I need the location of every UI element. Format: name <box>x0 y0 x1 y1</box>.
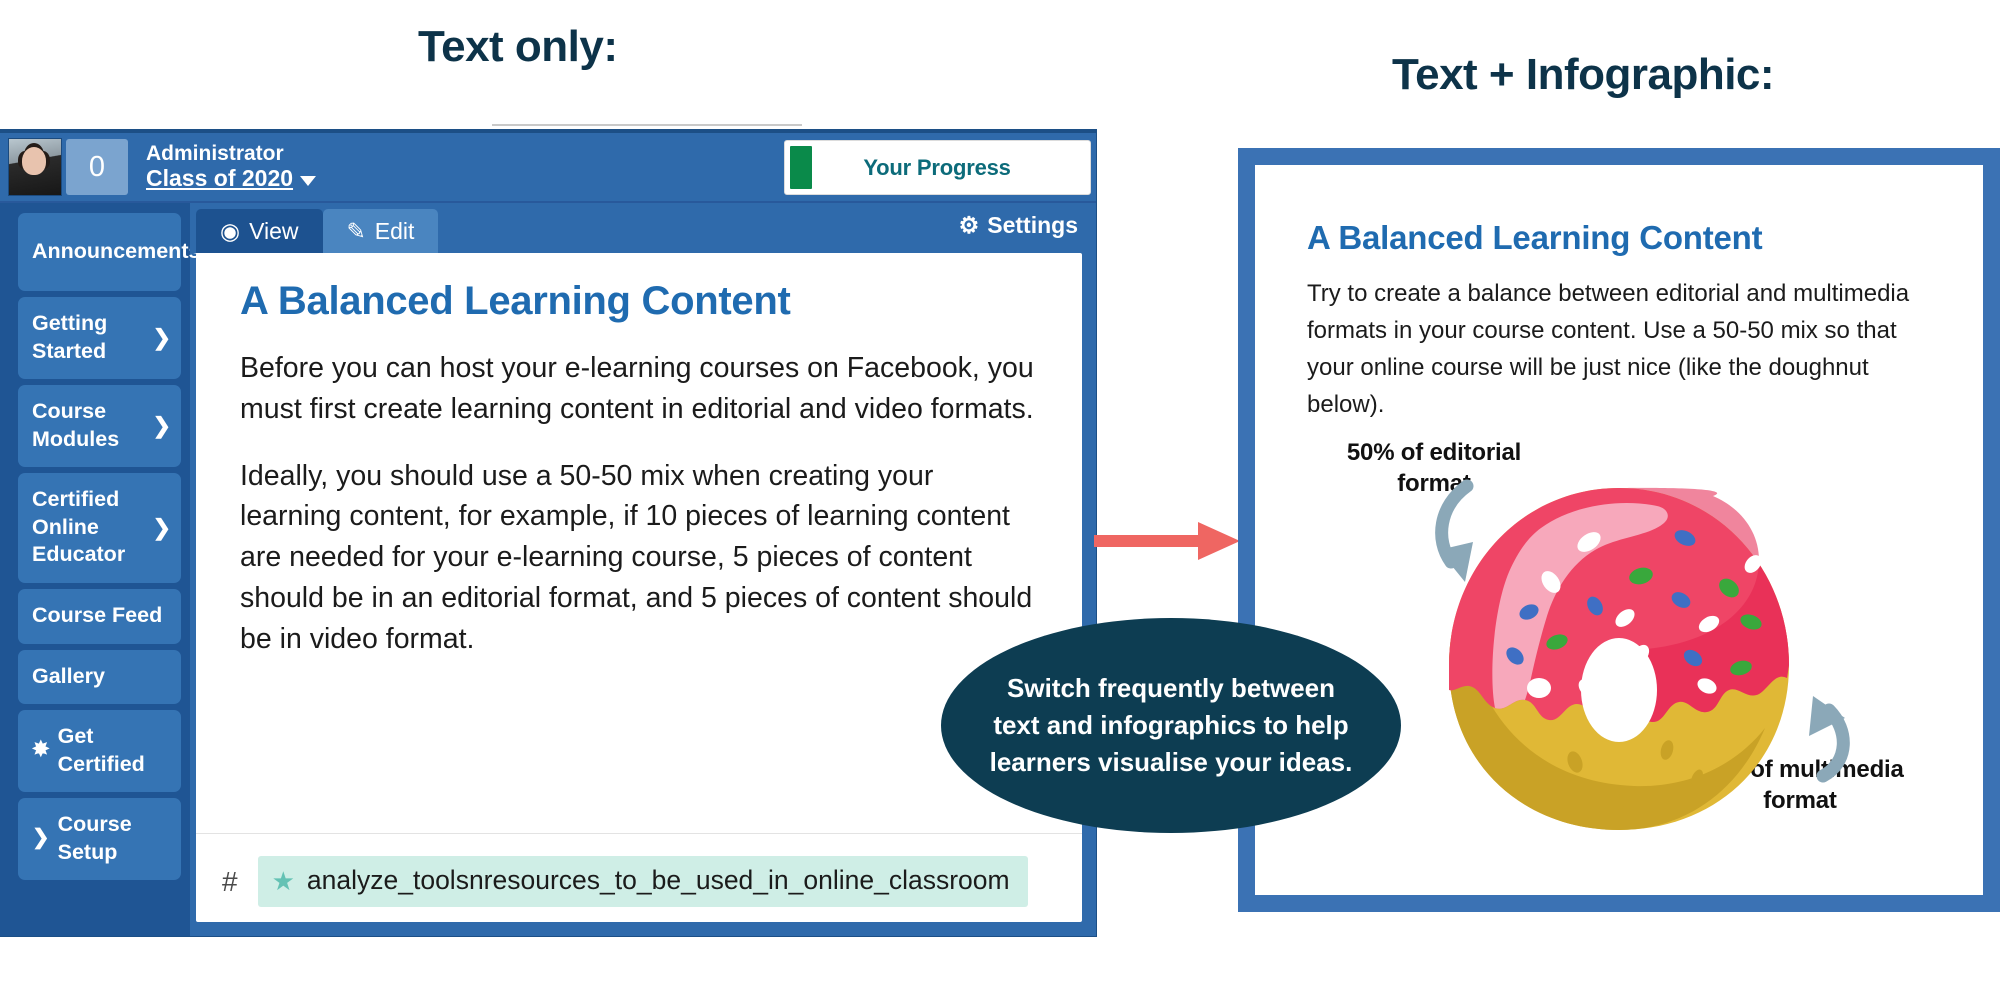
sidebar-item-label: Course Feed <box>32 603 163 628</box>
sidebar-item-label: Certified Online Educator <box>32 487 126 567</box>
callout-text: Switch frequently between text and infog… <box>989 673 1353 777</box>
paragraph: Before you can host your e-learning cour… <box>240 352 1034 425</box>
donut-chart: 50% of editorial format 50% of multimedi… <box>1255 410 1983 880</box>
doughnut-illustration <box>1435 479 1850 830</box>
page-card: A Balanced Learning Content Before you c… <box>196 253 1082 922</box>
tab-view[interactable]: ◉ View <box>196 209 323 253</box>
page-title-text-infographic: Text + Infographic: <box>1392 50 1775 99</box>
tab-bar: ◉ View ✎ Edit ⚙ Settings <box>190 203 1096 253</box>
hash-icon: # <box>222 865 238 897</box>
divider-line <box>492 124 802 126</box>
tab-edit[interactable]: ✎ Edit <box>322 209 439 253</box>
chevron-down-icon <box>300 175 317 186</box>
settings-label: Settings <box>987 212 1078 238</box>
sidebar-item-course-modules[interactable]: Course Modules ❯ <box>18 385 181 468</box>
callout-oval: Switch frequently between text and infog… <box>941 618 1401 833</box>
infographic-panel: A Balanced Learning Content Try to creat… <box>1238 148 2000 912</box>
tag-divider <box>196 833 1082 834</box>
sidebar-item-course-feed[interactable]: Course Feed <box>18 589 181 644</box>
infographic-heading: A Balanced Learning Content <box>1307 219 1763 256</box>
tag-chip[interactable]: ★ analyze_toolsnresources_to_be_used_in_… <box>257 856 1028 907</box>
page-body: A Balanced Learning Content Before you c… <box>196 253 1082 659</box>
sidebar-item-label: Get Certified <box>57 724 145 776</box>
sidebar-item-label: Getting Started <box>32 311 108 363</box>
class-label: Class of 2020 <box>146 165 294 192</box>
eye-icon: ◉ <box>220 217 241 244</box>
chevron-right-icon: ❯ <box>152 514 171 540</box>
sidebar-item-certified-online-educator[interactable]: Certified Online Educator ❯ <box>18 473 181 584</box>
score-badge: 0 <box>66 139 128 195</box>
content-column: ◉ View ✎ Edit ⚙ Settings A Balanced Lear… <box>190 203 1096 936</box>
page-heading: A Balanced Learning Content <box>240 279 791 323</box>
sidebar-item-label: Course Setup <box>57 812 132 864</box>
progress-label: Your Progress <box>863 154 1011 180</box>
red-right-arrow-icon <box>1094 522 1240 560</box>
slide-root: Text only: Text + Infographic: 0 Adminis… <box>0 0 2000 981</box>
pencil-icon: ✎ <box>346 217 366 244</box>
sidebar-item-label: Announcements <box>32 238 201 263</box>
sidebar-item-course-setup[interactable]: ❯ Course Setup <box>18 798 181 881</box>
tab-label: View <box>249 217 299 244</box>
user-role: Administrator <box>146 141 284 165</box>
gears-icon: ⚙ <box>958 212 980 238</box>
progress-widget[interactable]: Your Progress <box>784 140 1091 195</box>
paragraph: Ideally, you should use a 50-50 mix when… <box>240 459 1033 655</box>
sidebar-item-label: Gallery <box>32 663 105 688</box>
tab-label: Edit <box>374 217 415 244</box>
star-icon: ★ <box>271 865 295 896</box>
avatar <box>8 138 62 196</box>
chevron-right-icon: ❯ <box>32 826 50 850</box>
user-block: Administrator Class of 2020 <box>146 141 317 192</box>
sidebar-item-getting-started[interactable]: Getting Started ❯ <box>18 297 181 380</box>
chevron-right-icon: ❯ <box>152 324 171 350</box>
sidebar-item-get-certified[interactable]: ✸ Get Certified <box>18 710 181 793</box>
sidebar-item-gallery[interactable]: Gallery <box>18 649 181 705</box>
progress-bar-fill <box>790 146 812 189</box>
settings-button[interactable]: ⚙ Settings <box>959 212 1078 239</box>
sidebar-item-label: Course Modules <box>32 399 120 451</box>
tag-row: # ★ analyze_toolsnresources_to_be_used_i… <box>196 856 1082 907</box>
lms-screenshot: 0 Administrator Class of 2020 Your Progr… <box>0 130 1096 936</box>
infographic-inner: A Balanced Learning Content Try to creat… <box>1255 165 1983 895</box>
infographic-body: Try to create a balance between editoria… <box>1307 280 1910 418</box>
sidebar-item-announcements[interactable]: Announcements <box>18 213 200 291</box>
lms-topbar: 0 Administrator Class of 2020 Your Progr… <box>0 133 1096 203</box>
tag-label: analyze_toolsnresources_to_be_used_in_on… <box>306 865 1010 895</box>
sidebar: Announcements Getting Started ❯ Course M… <box>0 203 200 936</box>
class-selector[interactable]: Class of 2020 <box>146 165 317 192</box>
page-title-text-only: Text only: <box>418 22 618 71</box>
chevron-right-icon: ❯ <box>152 412 171 438</box>
badge-icon: ✸ <box>32 738 50 762</box>
